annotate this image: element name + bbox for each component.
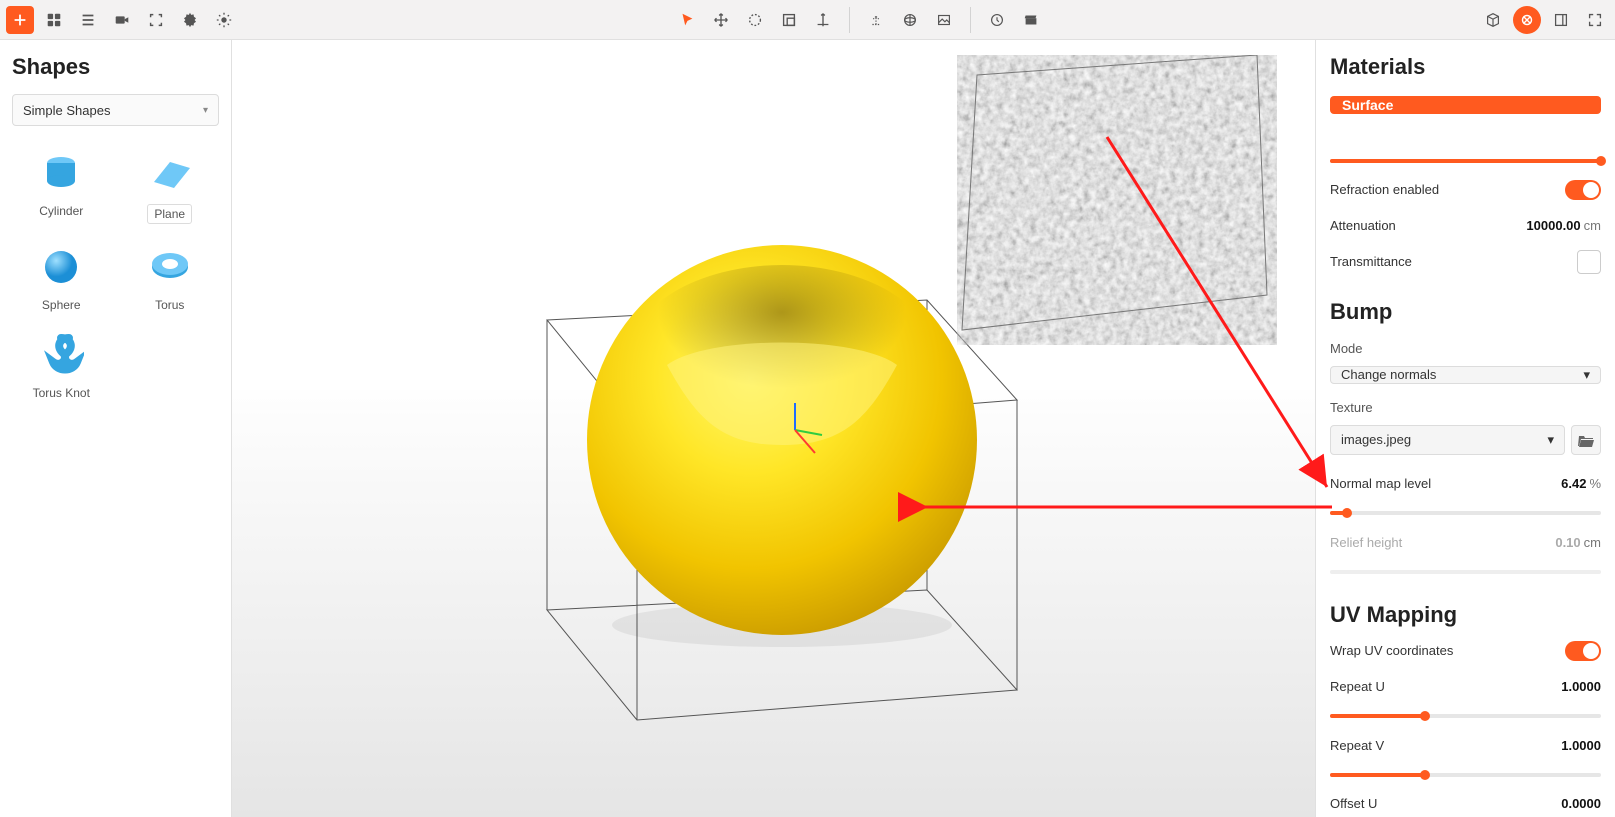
fullscreen-icon[interactable] [1581, 6, 1609, 34]
cylinder-icon [31, 148, 91, 198]
transmittance-swatch[interactable] [1577, 250, 1601, 274]
normal-map-label: Normal map level [1330, 476, 1431, 491]
relief-height-label: Relief height [1330, 535, 1402, 550]
grid-icon[interactable] [40, 6, 68, 34]
relief-height-slider [1330, 570, 1601, 574]
transform-free-icon[interactable] [809, 6, 837, 34]
repeat-u-slider[interactable] [1330, 714, 1601, 718]
materials-panel-title: Materials [1330, 54, 1601, 80]
bump-mode-label: Mode [1330, 341, 1601, 356]
plane-icon [140, 148, 200, 198]
torus-knot-icon [31, 330, 91, 380]
sphere-icon [31, 242, 91, 292]
shape-torus[interactable]: Torus [121, 242, 220, 312]
normal-map-value[interactable]: 6.42% [1561, 476, 1601, 491]
surface-tab[interactable]: Surface [1330, 96, 1601, 114]
repeat-v-slider[interactable] [1330, 773, 1601, 777]
chevron-down-icon: ▾ [1583, 367, 1590, 383]
gear-icon[interactable] [176, 6, 204, 34]
torus-icon [140, 242, 200, 292]
world-icon[interactable] [896, 6, 924, 34]
brightness-icon[interactable] [210, 6, 238, 34]
history-icon[interactable] [983, 6, 1011, 34]
repeat-u-value[interactable]: 1.0000 [1561, 679, 1601, 694]
refraction-enabled-label: Refraction enabled [1330, 182, 1439, 197]
cube-view-icon[interactable] [1479, 6, 1507, 34]
shape-category-select[interactable]: Simple Shapes ▾ [12, 94, 219, 126]
rotate-tool-icon[interactable] [741, 6, 769, 34]
texture-preview [957, 55, 1277, 345]
uv-section-title: UV Mapping [1330, 602, 1601, 628]
focus-frame-icon[interactable] [142, 6, 170, 34]
material-view-icon[interactable] [1513, 6, 1541, 34]
pivot-icon[interactable] [862, 6, 890, 34]
bump-texture-select[interactable]: images.jpeg▾ [1330, 425, 1565, 455]
open-texture-button[interactable] [1571, 425, 1601, 455]
wrap-uv-toggle[interactable] [1565, 641, 1601, 661]
refraction-toggle[interactable] [1565, 180, 1601, 200]
bump-texture-label: Texture [1330, 400, 1601, 415]
offset-u-value[interactable]: 0.0000 [1561, 796, 1601, 811]
attenuation-label: Attenuation [1330, 218, 1396, 233]
move-tool-icon[interactable] [707, 6, 735, 34]
shape-plane[interactable]: Plane [121, 148, 220, 224]
image-icon[interactable] [930, 6, 958, 34]
bump-mode-select[interactable]: Change normals▾ [1330, 366, 1601, 384]
list-icon[interactable] [74, 6, 102, 34]
shapes-panel: Shapes Simple Shapes ▾ Cylinder [0, 40, 232, 817]
select-tool-icon[interactable] [673, 6, 701, 34]
shapes-panel-title: Shapes [12, 54, 219, 80]
add-icon[interactable] [6, 6, 34, 34]
shape-torus-knot[interactable]: Torus Knot [12, 330, 111, 400]
panel-icon[interactable] [1547, 6, 1575, 34]
materials-panel: Materials Surface Refraction enabled Att… [1315, 40, 1615, 817]
repeat-v-value[interactable]: 1.0000 [1561, 738, 1601, 753]
shape-sphere[interactable]: Sphere [12, 242, 111, 312]
relief-height-value: 0.10cm [1555, 535, 1601, 550]
top-slider[interactable] [1330, 159, 1601, 163]
bump-section-title: Bump [1330, 299, 1601, 325]
repeat-v-label: Repeat V [1330, 738, 1384, 753]
transmittance-label: Transmittance [1330, 254, 1412, 269]
top-toolbar [0, 0, 1615, 40]
camera-icon[interactable] [108, 6, 136, 34]
shape-cylinder[interactable]: Cylinder [12, 148, 111, 224]
chevron-down-icon: ▾ [203, 105, 208, 116]
wrap-uv-label: Wrap UV coordinates [1330, 643, 1453, 658]
axis-gizmo [760, 395, 830, 465]
offset-u-label: Offset U [1330, 796, 1377, 811]
scale-tool-icon[interactable] [775, 6, 803, 34]
repeat-u-label: Repeat U [1330, 679, 1385, 694]
attenuation-value[interactable]: 10000.00cm [1526, 218, 1601, 233]
chevron-down-icon: ▾ [1547, 432, 1554, 448]
folder-open-icon [1578, 433, 1594, 447]
viewport-3d[interactable] [232, 40, 1315, 817]
clapperboard-icon[interactable] [1017, 6, 1045, 34]
normal-map-slider[interactable] [1330, 511, 1601, 515]
